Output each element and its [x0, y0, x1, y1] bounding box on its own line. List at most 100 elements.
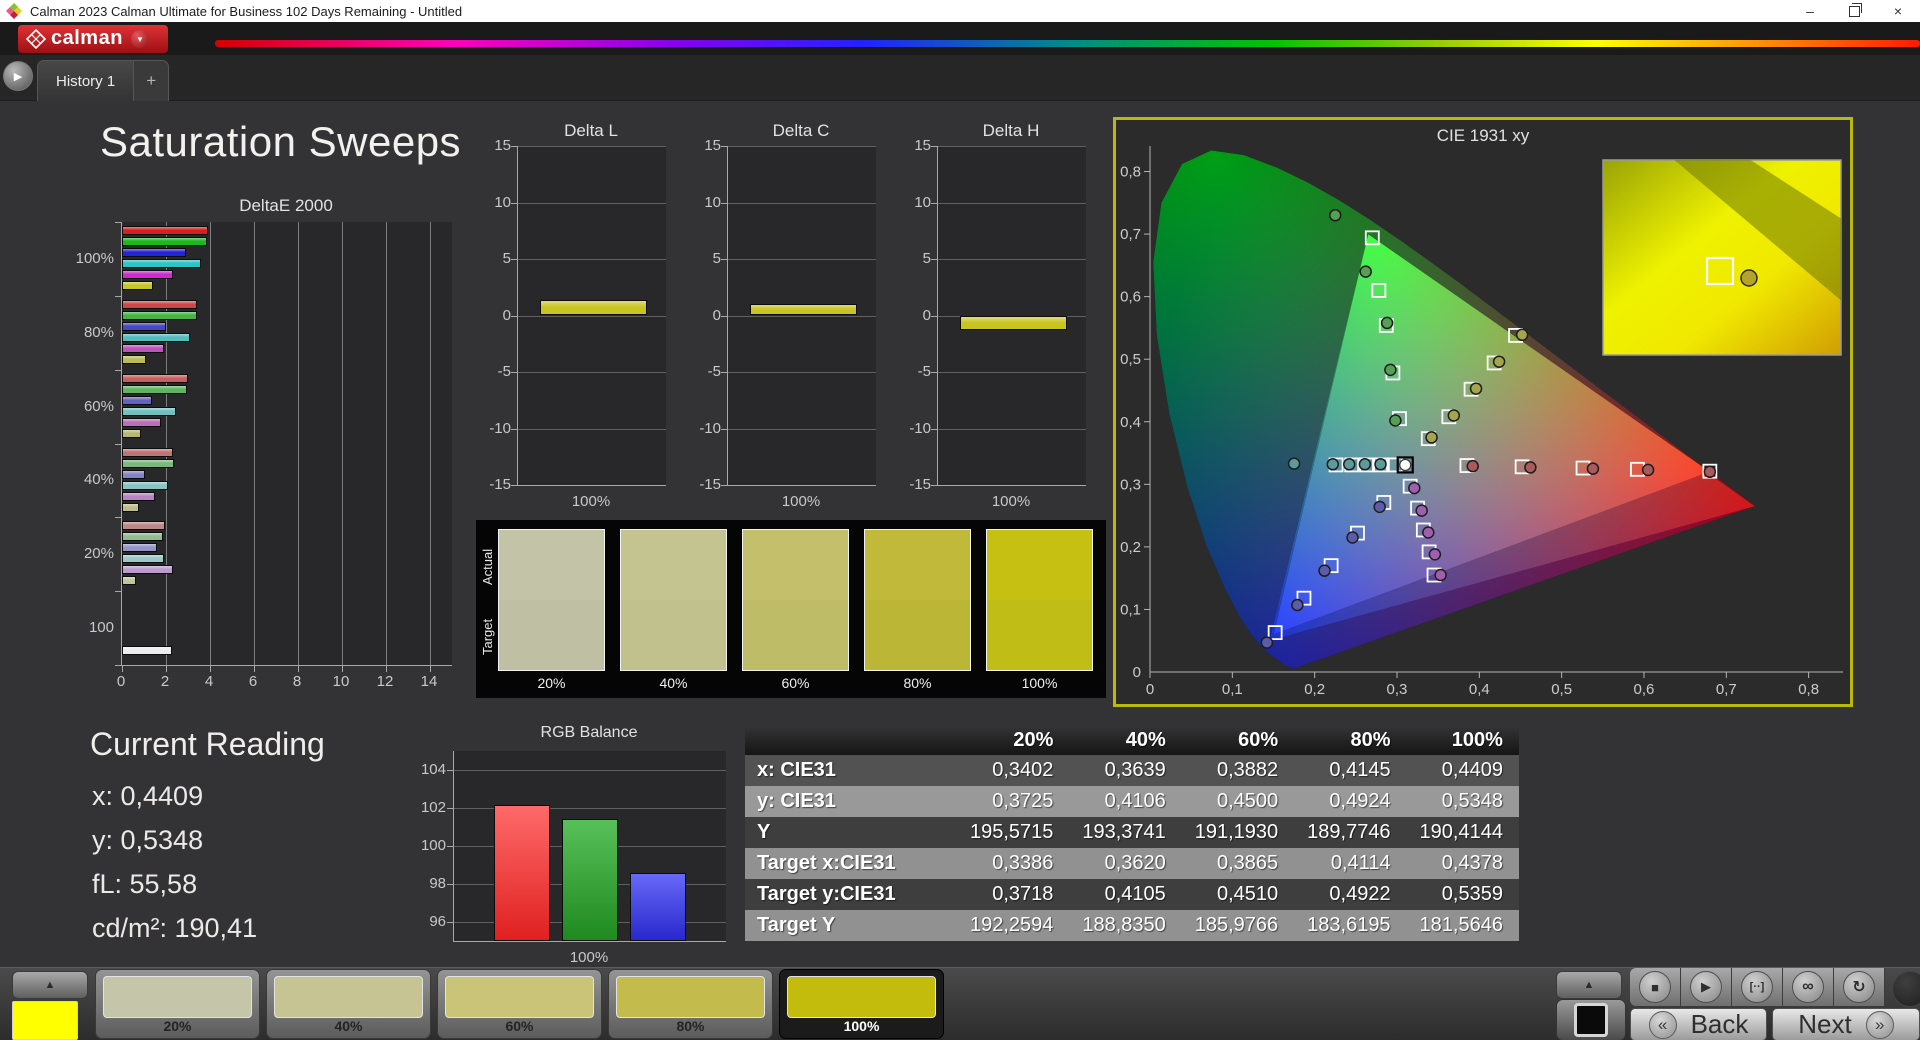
tick	[115, 443, 121, 445]
group-label: 80%	[83, 323, 114, 341]
y-tick-label: -15	[489, 476, 511, 493]
pattern-button-60%[interactable]: 60%	[437, 969, 602, 1039]
current-reading-line: cd/m²: 190,41	[92, 913, 258, 943]
tick	[511, 315, 517, 317]
pattern-window-icon	[1574, 1003, 1608, 1037]
deltae-bar	[122, 321, 166, 331]
deltae-bar	[122, 281, 153, 290]
table-row: x: CIE31 0,3402 0,3639 0,3882 0,4145 0,4409	[745, 755, 1519, 786]
gridline	[728, 202, 876, 204]
pattern-label: 60%	[505, 1018, 534, 1034]
window-pattern-button[interactable]	[1556, 999, 1626, 1040]
play-measure-button[interactable]: ▶	[1690, 971, 1722, 1003]
table-cell: 0,4922	[1329, 883, 1391, 905]
gridline	[728, 146, 876, 147]
y-tick-label: 0	[712, 306, 721, 324]
pattern-button-80%[interactable]: 80%	[608, 969, 773, 1039]
tab-strip: ▶ History 1 + X-Rite i1Pro 2 Direct View…	[0, 55, 1920, 157]
target-swatch	[621, 600, 726, 670]
tick	[931, 485, 937, 486]
calman-diamond-icon	[26, 29, 46, 49]
pattern-label: 100%	[843, 1018, 880, 1034]
svg-text:0,2: 0,2	[1120, 539, 1141, 556]
refresh-button[interactable]: ↻	[1843, 971, 1875, 1003]
tick	[721, 372, 727, 373]
measured-point-yellow	[1492, 355, 1506, 368]
table-cell: 190,4144	[1419, 821, 1503, 843]
tick	[511, 428, 517, 430]
deltae-bar	[122, 469, 146, 479]
target-swatch	[987, 600, 1092, 670]
current-reading-line: x: 0,4409	[92, 781, 204, 811]
deltae-bar	[122, 502, 139, 512]
tick	[447, 808, 453, 809]
cie-1931-panel[interactable]: CIE 1931 xy 0 0,1 0,2 0,3 0,4 0,5 0,6 0,7 0,8 0,1…	[1113, 117, 1853, 707]
gridline	[166, 222, 167, 665]
gridline	[454, 770, 726, 771]
y-tick-label: 104	[420, 761, 446, 778]
continuous-measure-button[interactable]: ∞	[1792, 971, 1824, 1003]
measured-point-blue	[1260, 636, 1274, 649]
swatch-column: 60%	[742, 529, 849, 698]
swatch-column: 100%	[986, 529, 1093, 698]
pattern-button-20%[interactable]: 20%	[95, 969, 260, 1039]
delta-l-chart: Delta L 15 10 5 0 -5 -10 -15 100%	[487, 121, 673, 513]
deltae-bar	[122, 248, 186, 257]
tick	[721, 146, 727, 147]
minimize-button[interactable]: –	[1788, 0, 1832, 22]
actual-swatch	[499, 530, 604, 600]
tick	[298, 666, 299, 672]
tick	[511, 146, 517, 147]
x-tick-label: 14	[420, 673, 438, 690]
actual-swatch	[743, 530, 848, 600]
deltae-bar	[122, 554, 164, 564]
pattern-button-40%[interactable]: 40%	[266, 969, 431, 1039]
tick	[342, 666, 343, 672]
expand-pattern-list-button[interactable]: ▲	[12, 971, 88, 999]
session-play-button[interactable]: ▶	[3, 61, 33, 91]
tab-history-1[interactable]: History 1	[38, 61, 133, 101]
restore-button[interactable]	[1832, 0, 1876, 22]
table-cell: 189,7746	[1307, 821, 1391, 843]
close-button[interactable]: ×	[1876, 0, 1920, 22]
gridline	[938, 146, 1086, 147]
back-label: Back	[1690, 1009, 1749, 1039]
table-cell: 0,3882	[1217, 759, 1279, 781]
app-icon	[6, 3, 22, 19]
delta_l-title: Delta L	[564, 121, 618, 140]
swatch-label: 20%	[537, 675, 566, 691]
current-pattern-swatch[interactable]	[12, 1001, 78, 1040]
calman-menu-button[interactable]: calman ▼	[18, 25, 168, 53]
row-label: y: CIE31	[757, 790, 836, 812]
table-header-row: 20% 40% 60% 80% 100%	[745, 726, 1519, 755]
pattern-button-100%[interactable]: 100%	[779, 969, 944, 1039]
delta_h-bar	[960, 315, 1067, 331]
back-button[interactable]: « Back	[1630, 1008, 1767, 1040]
delta_l-plot	[511, 146, 666, 486]
table-cell: 0,3386	[992, 852, 1054, 874]
next-label: Next	[1798, 1009, 1852, 1039]
stop-button[interactable]: ■	[1639, 971, 1671, 1003]
gridline	[518, 315, 666, 317]
deltae-bar	[122, 343, 164, 353]
workspace: Saturation Sweeps DeltaE 2000 0 2 4 6 8 10 12 14…	[0, 101, 1920, 967]
gridline	[210, 222, 211, 665]
gridline	[728, 259, 876, 260]
expand-transport-button[interactable]: ▲	[1556, 971, 1622, 999]
table-cell: 0,3402	[992, 759, 1054, 781]
measured-point-cyan	[1358, 458, 1372, 471]
y-tick-label: 5	[922, 250, 931, 267]
y-tick-label: 96	[429, 913, 446, 930]
next-button[interactable]: Next »	[1772, 1008, 1920, 1040]
deltae-bar	[122, 237, 207, 246]
measured-point-cyan	[1326, 458, 1340, 471]
pattern-chip	[445, 976, 594, 1018]
add-tab-button[interactable]: +	[133, 61, 169, 101]
y-tick-label: -10	[489, 419, 511, 437]
table-cell: 0,3639	[1104, 759, 1166, 781]
measured-point-red	[1466, 459, 1479, 473]
tab-label: History 1	[56, 72, 116, 90]
deltae-bar	[122, 521, 165, 531]
table-cell: 0,5348	[1441, 790, 1503, 812]
series-measure-button[interactable]: [··]	[1741, 971, 1773, 1003]
